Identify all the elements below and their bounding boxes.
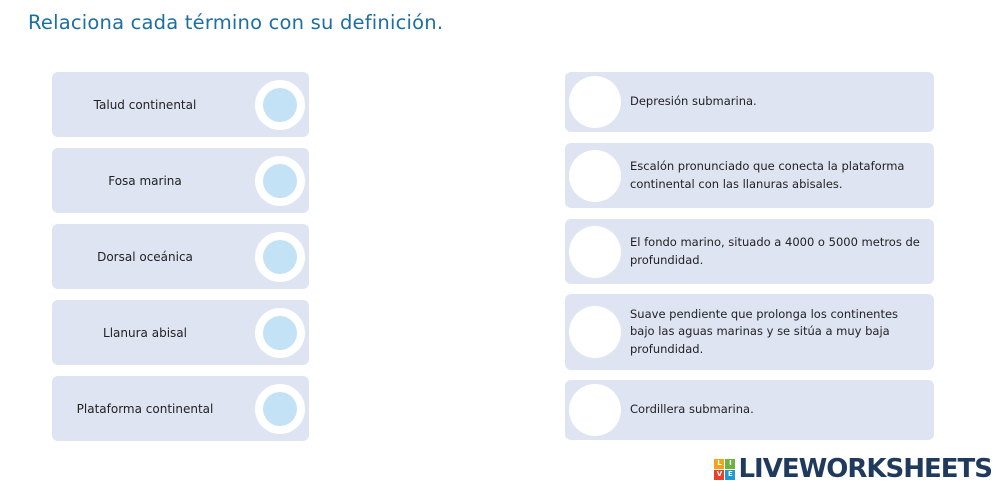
term-card-dorsal-oceanica: Dorsal oceánica bbox=[52, 224, 309, 289]
definition-connector-dot[interactable] bbox=[569, 384, 621, 436]
term-label: Llanura abisal bbox=[103, 325, 187, 340]
definition-connector-dot[interactable] bbox=[569, 225, 621, 278]
term-connector-dot[interactable] bbox=[255, 307, 305, 358]
logo-letter: V bbox=[714, 469, 725, 480]
definition-text: El fondo marino, situado a 4000 o 5000 m… bbox=[630, 235, 920, 267]
connector-dot-fill bbox=[263, 315, 297, 350]
term-label: Talud continental bbox=[93, 97, 197, 112]
definition-text: Cordillera submarina. bbox=[630, 402, 754, 417]
connector-dot-fill bbox=[263, 87, 297, 122]
logo-letter: I bbox=[725, 458, 736, 469]
definition-card-4: Suave pendiente que prolonga los contine… bbox=[565, 294, 934, 370]
definition-card-5: Cordillera submarina. bbox=[565, 380, 934, 440]
connector-dot-fill bbox=[263, 239, 297, 274]
definition-connector-dot[interactable] bbox=[569, 306, 621, 358]
term-card-llanura-abisal: Llanura abisal bbox=[52, 300, 309, 365]
term-connector-dot[interactable] bbox=[255, 155, 305, 206]
definition-connector-dot[interactable] bbox=[569, 149, 621, 202]
term-card-plataforma-continental: Plataforma continental bbox=[52, 376, 309, 441]
term-connector-dot[interactable] bbox=[255, 231, 305, 282]
term-connector-dot[interactable] bbox=[255, 79, 305, 130]
logo-letter: E bbox=[725, 469, 736, 480]
definition-text: Depresión submarina. bbox=[630, 94, 757, 109]
liveworksheets-logo-icon: L I V E bbox=[714, 458, 736, 480]
definition-card-1: Depresión submarina. bbox=[565, 72, 934, 132]
definition-card-3: El fondo marino, situado a 4000 o 5000 m… bbox=[565, 219, 934, 284]
logo-letter: L bbox=[714, 458, 725, 469]
term-connector-dot[interactable] bbox=[255, 383, 305, 434]
term-card-fosa-marina: Fosa marina bbox=[52, 148, 309, 213]
connector-dot-fill bbox=[263, 163, 297, 198]
definition-card-2: Escalón pronunciado que conecta la plata… bbox=[565, 143, 934, 208]
worksheet-page: Relaciona cada término con su definición… bbox=[0, 0, 1000, 491]
liveworksheets-wordmark: LIVEWORKSHEETS bbox=[738, 454, 993, 484]
connector-dot-fill bbox=[263, 391, 297, 426]
term-card-talud-continental: Talud continental bbox=[52, 72, 309, 137]
definition-text: Suave pendiente que prolonga los contine… bbox=[630, 306, 899, 356]
term-label: Plataforma continental bbox=[76, 401, 214, 416]
page-title: Relaciona cada término con su definición… bbox=[28, 11, 444, 34]
term-label: Dorsal oceánica bbox=[97, 249, 193, 264]
definition-text: Escalón pronunciado que conecta la plata… bbox=[630, 159, 905, 191]
liveworksheets-logo[interactable]: L I V E LIVEWORKSHEETS bbox=[714, 454, 993, 484]
term-label: Fosa marina bbox=[108, 173, 182, 188]
definition-connector-dot[interactable] bbox=[569, 76, 621, 128]
